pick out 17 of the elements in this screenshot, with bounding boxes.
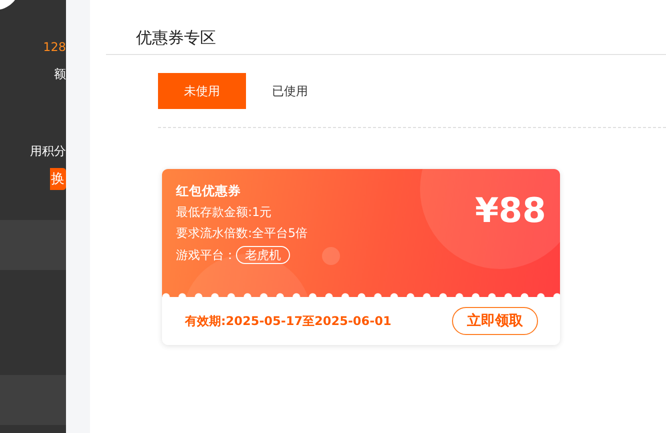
claim-button[interactable]: 立即领取 xyxy=(452,307,538,335)
points-label: 用积分 xyxy=(29,143,66,160)
platform-label: 游戏平台： xyxy=(176,246,236,264)
tab[interactable]: 未使用 xyxy=(158,73,246,109)
wager-text: 要求流水倍数:全平台5倍 xyxy=(176,225,308,242)
decorative-circle xyxy=(322,247,340,265)
validity-text: 有效期:2025-05-17至2025-06-01 xyxy=(185,312,392,330)
menu-item[interactable] xyxy=(0,220,66,270)
platform-tag: 老虎机 xyxy=(236,246,290,264)
menu-item[interactable] xyxy=(0,375,66,425)
coupon-amount: ¥88 xyxy=(475,191,546,231)
balance-amount: 128 xyxy=(42,40,66,56)
exchange-button[interactable]: 换 xyxy=(50,168,66,190)
balance-label: 额 xyxy=(53,66,66,83)
page-title: 优惠券专区 xyxy=(135,27,217,49)
coupon-title: 红包优惠券 xyxy=(176,183,241,200)
min-deposit-text: 最低存款金额:1元 xyxy=(176,204,272,221)
